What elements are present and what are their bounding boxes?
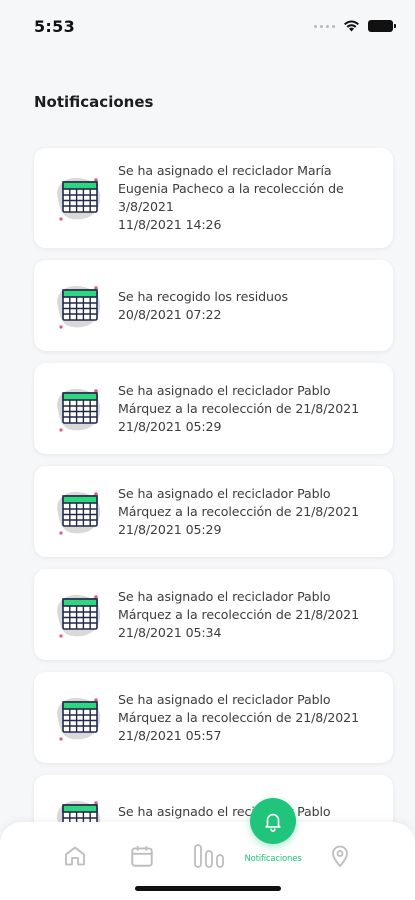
notification-card[interactable]: Se ha asignado el reciclador Pablo Márque… (34, 672, 393, 763)
home-indicator (135, 886, 281, 891)
calendar-icon (50, 586, 108, 644)
notification-text: Se ha asignado el reciclador Pablo Márque… (118, 588, 359, 642)
bell-icon (265, 813, 281, 832)
calendar-icon (50, 277, 108, 335)
notification-text: Se ha asignado el reciclador Pablo Márque… (118, 485, 359, 539)
nav-notifications-label[interactable]: Notificaciones (232, 854, 314, 864)
notification-message-line: Márquez a la recolección de 21/8/2021 (118, 400, 359, 416)
calendar-icon (50, 169, 108, 227)
notification-message-line: Se ha recogido los residuos (118, 288, 288, 304)
wifi-icon (344, 20, 359, 32)
location-icon (332, 845, 348, 868)
status-time: 5:53 (34, 16, 75, 36)
status-bar: 5:53 (0, 0, 415, 52)
calendar-icon (50, 483, 108, 541)
notification-message-line: 3/8/2021 (118, 199, 174, 214)
notification-card[interactable]: Se ha asignado el reciclador Pablo Márque… (34, 363, 393, 454)
home-icon (65, 846, 85, 866)
notification-list[interactable]: Se ha asignado el reciclador María Eugeni… (34, 148, 393, 878)
notification-timestamp: 20/8/2021 07:22 (118, 306, 222, 322)
notification-card[interactable]: Se ha asignado el reciclador Pablo Márque… (34, 466, 393, 557)
status-icons (314, 20, 396, 32)
bottom-navigation: Notificaciones (0, 798, 415, 900)
notification-timestamp: 21/8/2021 05:57 (118, 727, 222, 743)
nav-notifications[interactable] (250, 798, 296, 844)
nav-calendar[interactable] (124, 840, 160, 872)
notification-message-line: Se ha asignado el reciclador Pablo (118, 588, 331, 604)
signal-icon (314, 24, 335, 28)
calendar-icon (131, 846, 153, 867)
notification-message-line: Márquez a la recolección de 21/8/2021 (118, 606, 359, 622)
battery-icon (368, 20, 396, 32)
notification-timestamp: 21/8/2021 05:29 (118, 418, 222, 434)
notification-message-line: Se ha asignado el reciclador Pablo (118, 485, 331, 501)
stats-icon (194, 844, 224, 868)
notification-text: Se ha asignado el reciclador Pablo Márque… (118, 382, 359, 436)
notification-message-line: Se ha asignado el reciclador Pablo (118, 382, 331, 398)
nav-home[interactable] (57, 840, 93, 872)
calendar-icon (50, 689, 108, 747)
notification-card[interactable]: Se ha asignado el reciclador María Eugeni… (34, 148, 393, 248)
notification-text: Se ha asignado el reciclador María Eugeni… (118, 162, 344, 234)
notification-card[interactable]: Se ha asignado el reciclador Pablo Márque… (34, 569, 393, 660)
notification-message-line: Márquez a la recolección de 21/8/2021 (118, 709, 359, 725)
notification-message-line: Márquez a la recolección de 21/8/2021 (118, 503, 359, 519)
nav-location[interactable] (322, 840, 358, 872)
calendar-icon (50, 380, 108, 438)
notification-text: Se ha asignado el reciclador Pablo Márque… (118, 691, 359, 745)
notification-message-line: Se ha asignado el reciclador María (118, 163, 332, 178)
page-title: Notificaciones (34, 93, 154, 111)
notification-text: Se ha recogido los residuos 20/8/2021 07:… (118, 288, 288, 324)
notification-card[interactable]: Se ha recogido los residuos 20/8/2021 07:… (34, 260, 393, 351)
nav-stats[interactable] (189, 840, 229, 872)
notification-timestamp: 21/8/2021 05:29 (118, 521, 222, 537)
notification-message-line: Se ha asignado el reciclador Pablo (118, 803, 331, 819)
notification-message-line: Eugenia Pacheco a la recolección de (118, 181, 344, 196)
notification-timestamp: 21/8/2021 05:34 (118, 624, 222, 640)
notification-message-line: Se ha asignado el reciclador Pablo (118, 691, 331, 707)
notification-timestamp: 11/8/2021 14:26 (118, 217, 222, 232)
